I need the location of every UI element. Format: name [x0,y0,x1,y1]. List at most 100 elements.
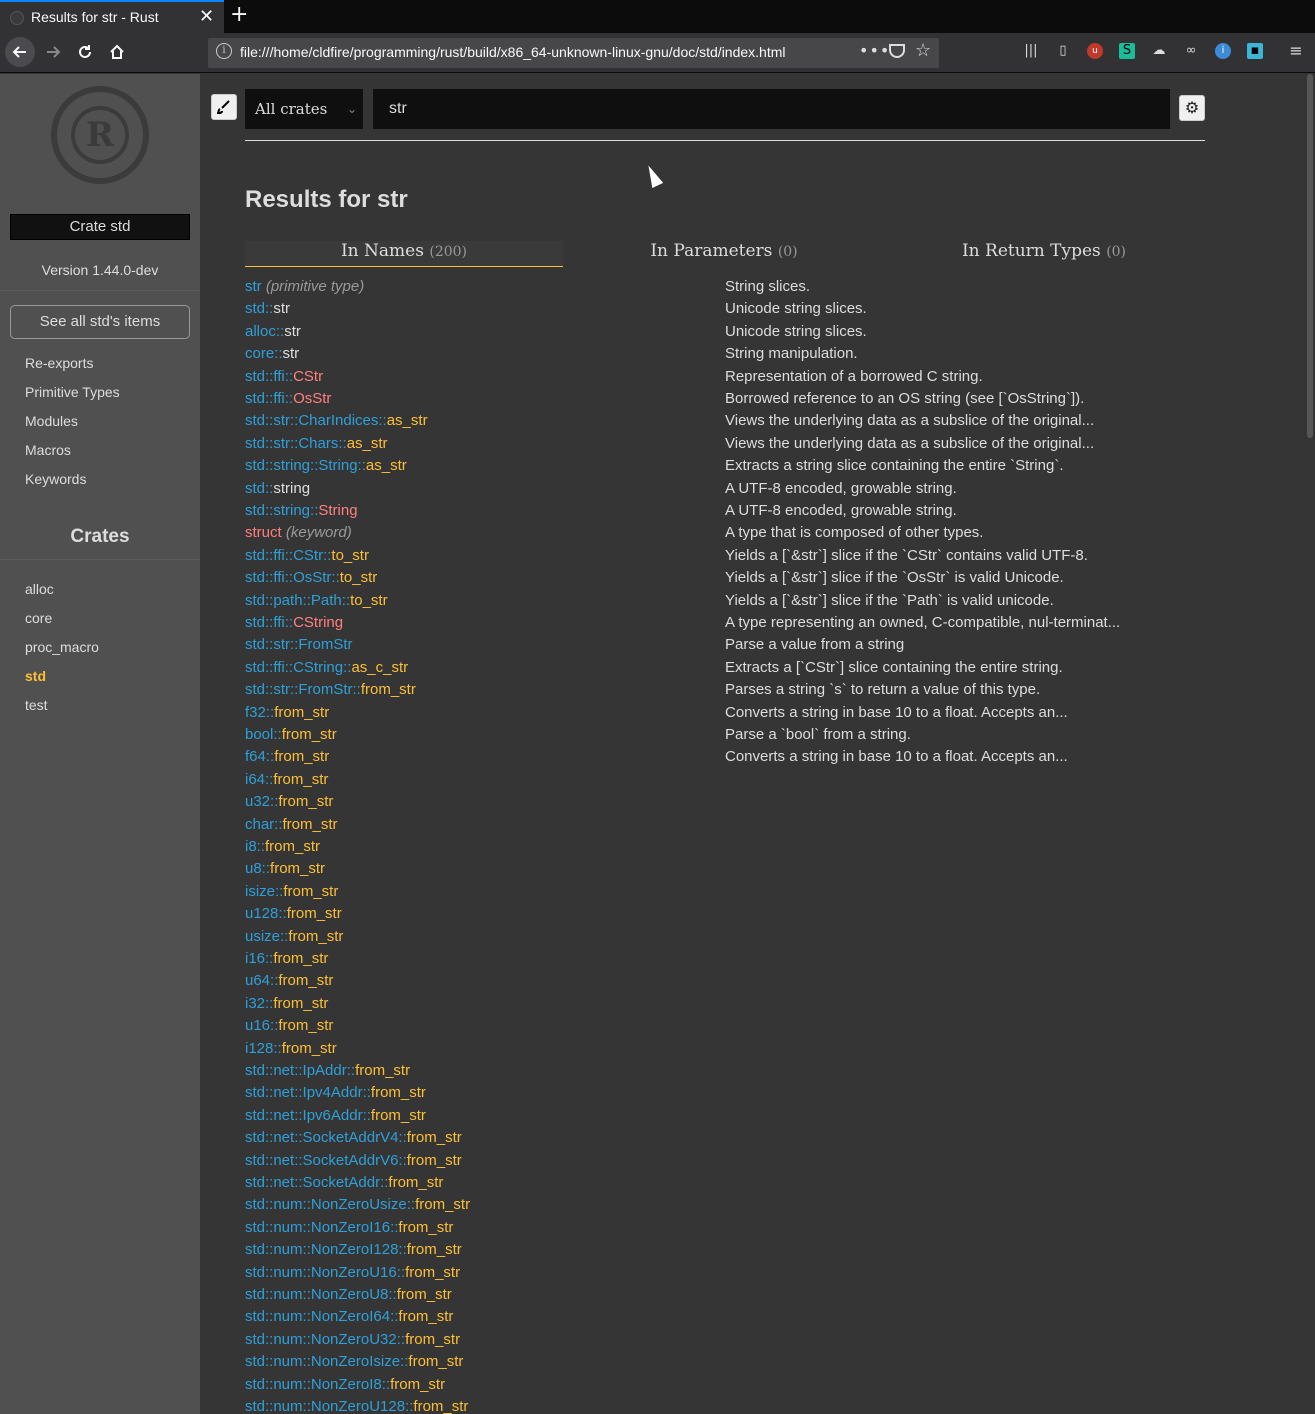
result-row[interactable]: std::net::IpAddr::from_str [245,1060,1205,1082]
result-row[interactable]: std::string::String::as_str Extracts a st… [245,455,1205,477]
sidebar-item-modules[interactable]: Modules [25,413,78,429]
result-row[interactable]: i32::from_str [245,993,1205,1015]
result-row[interactable]: std::path::Path::to_str Yields a [`&str`]… [245,590,1205,612]
result-row[interactable]: std::net::Ipv6Addr::from_str [245,1105,1205,1127]
extension-hand-icon[interactable]: ☁ [1151,43,1167,59]
theme-picker-button[interactable] [211,94,237,120]
tab-in-names[interactable]: In Names (200) [245,241,563,267]
result-row[interactable]: std::ffi::OsStr Borrowed reference to an … [245,388,1205,410]
info-icon[interactable]: i [216,43,232,59]
new-tab-button[interactable]: + [230,2,248,27]
back-button[interactable] [5,37,35,67]
extension-s-icon[interactable]: S [1119,43,1135,59]
result-row[interactable]: std::string A UTF-8 encoded, growable str… [245,478,1205,500]
result-name: String [318,502,358,519]
reload-button[interactable] [70,37,100,67]
result-row[interactable]: std::num::NonZeroI8::from_str [245,1374,1205,1396]
result-row[interactable]: struct (keyword) A type that is composed … [245,522,1205,544]
ublock-icon[interactable]: u [1087,43,1103,59]
result-row[interactable]: std::num::NonZeroI64::from_str [245,1306,1205,1328]
sidebar-item-re-exports[interactable]: Re-exports [25,355,93,371]
result-row[interactable]: std::net::Ipv4Addr::from_str [245,1082,1205,1104]
result-row[interactable]: std::ffi::CString A type representing an … [245,612,1205,634]
result-row[interactable]: std::str::FromStr Parse a value from a st… [245,634,1205,656]
result-row[interactable]: u32::from_str [245,791,1205,813]
scrollbar-thumb[interactable] [1307,74,1313,438]
result-row[interactable]: i128::from_str [245,1038,1205,1060]
extension-link-icon[interactable]: ∞ [1183,43,1199,59]
result-row[interactable]: std::ffi::CStr::to_str Yields a [`&str`] … [245,545,1205,567]
result-row[interactable]: i8::from_str [245,836,1205,858]
sidebar-item-keywords[interactable]: Keywords [25,471,86,487]
docs-page: R Crate std Version 1.44.0-dev See all s… [0,74,1305,1414]
result-row[interactable]: std::num::NonZeroU16::from_str [245,1262,1205,1284]
see-all-items-button[interactable]: See all std's items [10,305,190,339]
crate-link-proc-macro[interactable]: proc_macro [25,639,99,655]
result-row[interactable]: std::ffi::CStr Representation of a borrow… [245,366,1205,388]
search-input[interactable]: str [373,89,1170,129]
result-row[interactable]: std::ffi::OsStr::to_str Yields a [`&str`]… [245,567,1205,589]
result-row[interactable]: std::str::Chars::as_str Views the underly… [245,433,1205,455]
crate-filter-select[interactable]: All crates ⌄ [245,89,363,129]
result-row[interactable]: f64::from_str Converts a string in base 1… [245,746,1205,768]
result-row[interactable]: str (primitive type) String slices. [245,276,1205,298]
bookmark-star-icon[interactable]: ☆ [915,40,931,61]
result-row[interactable]: std::num::NonZeroU8::from_str [245,1284,1205,1306]
rust-logo[interactable]: R [51,86,149,184]
result-row[interactable]: char::from_str [245,814,1205,836]
crate-link-alloc[interactable]: alloc [25,581,54,597]
tab-in-parameters[interactable]: In Parameters (0) [565,241,883,267]
url-text[interactable]: file:///home/cldfire/programming/rust/bu… [240,44,852,60]
close-tab-icon[interactable]: ✕ [199,6,214,27]
result-row[interactable]: u16::from_str [245,1015,1205,1037]
result-row[interactable]: std::str::CharIndices::as_str Views the u… [245,410,1205,432]
result-kind-tag: (primitive type) [265,278,365,295]
password-manager-icon[interactable]: i [1215,43,1231,59]
result-row[interactable]: i64::from_str [245,769,1205,791]
result-row[interactable]: std::ffi::CString::as_c_str Extracts a [`… [245,657,1205,679]
menu-icon[interactable]: ≡ [1288,43,1304,59]
result-row[interactable]: u64::from_str [245,970,1205,992]
result-row[interactable]: u128::from_str [245,903,1205,925]
result-row[interactable]: alloc::str Unicode string slices. [245,321,1205,343]
result-row[interactable]: bool::from_str Parse a `bool` from a stri… [245,724,1205,746]
page-actions-icon[interactable]: ••• [859,41,890,60]
sidebar-item-primitive-types[interactable]: Primitive Types [25,384,120,400]
result-path: u8:: [245,860,271,878]
result-row[interactable]: std::net::SocketAddr::from_str [245,1172,1205,1194]
result-row[interactable]: std::num::NonZeroI128::from_str [245,1239,1205,1261]
settings-button[interactable]: ⚙ [1179,95,1205,121]
library-icon[interactable]: ||| [1023,43,1039,59]
forward-button[interactable] [38,37,68,67]
result-row[interactable]: std::str Unicode string slices. [245,298,1205,320]
result-row[interactable]: std::num::NonZeroUsize::from_str [245,1194,1205,1216]
result-row[interactable]: std::net::SocketAddrV4::from_str [245,1127,1205,1149]
result-row[interactable]: std::num::NonZeroI16::from_str [245,1217,1205,1239]
sidebar-toggle-icon[interactable]: ▯ [1055,43,1071,59]
crate-link-std[interactable]: std [25,668,46,684]
result-row[interactable]: usize::from_str [245,926,1205,948]
result-row[interactable]: std::net::SocketAddrV6::from_str [245,1150,1205,1172]
url-bar[interactable]: i file:///home/cldfire/programming/rust/… [208,38,939,68]
result-row[interactable]: std::num::NonZeroU32::from_str [245,1329,1205,1351]
sidebar-item-macros[interactable]: Macros [25,442,71,458]
result-row[interactable]: u8::from_str [245,858,1205,880]
result-row[interactable]: i16::from_str [245,948,1205,970]
browser-tab[interactable]: Results for str - Rust ✕ [0,0,224,33]
result-path: std::net::SocketAddrV6:: [245,1151,407,1169]
result-row[interactable]: std::str::FromStr::from_str Parses a stri… [245,679,1205,701]
result-row[interactable]: std::string::String A UTF-8 encoded, grow… [245,500,1205,522]
result-row[interactable]: std::num::NonZeroIsize::from_str [245,1351,1205,1373]
tab-in-return-types[interactable]: In Return Types (0) [885,241,1203,267]
pocket-icon[interactable] [889,44,905,58]
result-row[interactable]: core::str String manipulation. [245,343,1205,365]
result-path: std::num::NonZeroI8:: [245,1375,391,1393]
result-path: std::net::IpAddr:: [245,1062,356,1079]
crate-link-core[interactable]: core [25,610,52,626]
result-row[interactable]: f32::from_str Converts a string in base 1… [245,702,1205,724]
crate-link-test[interactable]: test [25,697,48,713]
save-extension-icon[interactable]: ▪ [1247,43,1263,59]
result-row[interactable]: std::num::NonZeroU128::from_str [245,1396,1205,1414]
result-row[interactable]: isize::from_str [245,881,1205,903]
home-button[interactable] [102,37,132,67]
